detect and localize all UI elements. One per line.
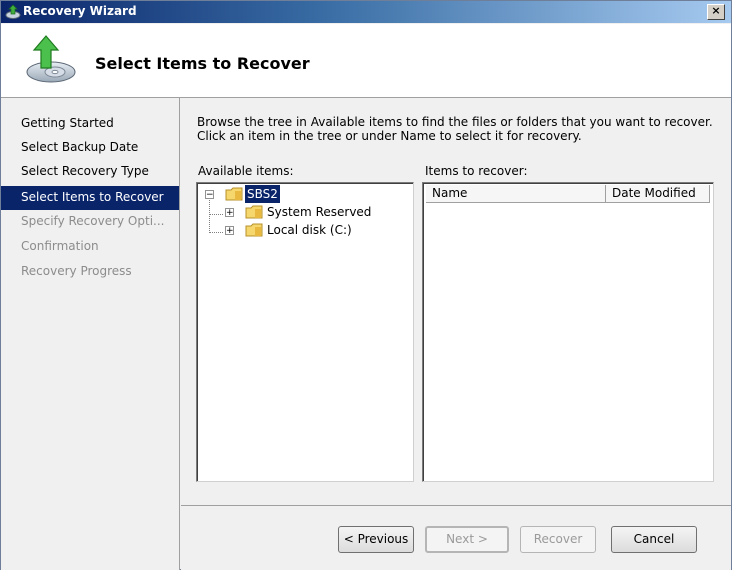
disk-recovery-arrow-icon xyxy=(26,35,76,83)
items-to-recover-label: Items to recover: xyxy=(425,164,528,178)
instructions-text: Browse the tree in Available items to fi… xyxy=(197,115,713,143)
tree-node-sbs2[interactable]: − SBS2 xyxy=(201,185,381,203)
column-header-date-modified[interactable]: Date Modified xyxy=(606,185,710,203)
wizard-steps-nav: Getting Started Select Backup Date Selec… xyxy=(1,98,180,570)
nav-step-specify-recovery-options: Specify Recovery Opti... xyxy=(21,214,165,228)
tree-node-label[interactable]: System Reserved xyxy=(267,203,371,221)
window-title: Recovery Wizard xyxy=(23,4,137,18)
close-button[interactable]: × xyxy=(707,4,725,20)
nav-step-getting-started[interactable]: Getting Started xyxy=(1,112,179,136)
cancel-button[interactable]: Cancel xyxy=(611,526,697,553)
page-title: Select Items to Recover xyxy=(95,54,310,73)
title-bar[interactable]: Recovery Wizard × xyxy=(1,1,731,23)
expand-icon[interactable]: + xyxy=(225,226,234,236)
tree-node-label[interactable]: Local disk (C:) xyxy=(267,221,352,239)
available-items-label: Available items: xyxy=(198,164,294,178)
folder-icon xyxy=(225,187,243,201)
recovery-wizard-icon xyxy=(5,4,21,19)
folder-icon xyxy=(245,223,263,237)
items-to-recover-list[interactable]: Name Date Modified xyxy=(422,182,714,482)
next-button[interactable]: Next > xyxy=(425,526,509,553)
wizard-header: Select Items to Recover xyxy=(1,24,731,98)
collapse-icon[interactable]: − xyxy=(205,190,214,200)
nav-step-select-items-to-recover[interactable]: Select Items to Recover xyxy=(1,186,179,210)
nav-step-select-recovery-type[interactable]: Select Recovery Type xyxy=(1,160,179,184)
recovery-wizard-window: Recovery Wizard × Select Items to Recove… xyxy=(0,0,732,570)
wizard-footer: < Previous Next > Recover Cancel xyxy=(181,505,731,570)
nav-step-select-backup-date[interactable]: Select Backup Date xyxy=(1,136,179,160)
nav-step-confirmation: Confirmation xyxy=(21,239,99,253)
column-header-name[interactable]: Name xyxy=(426,185,606,203)
tree-node-local-disk-c[interactable]: + Local disk (C:) xyxy=(221,221,401,239)
available-items-tree[interactable]: − SBS2 + System Reserved + Local disk (C… xyxy=(196,182,414,482)
previous-button[interactable]: < Previous xyxy=(338,526,414,553)
recover-button[interactable]: Recover xyxy=(520,526,596,553)
expand-icon[interactable]: + xyxy=(225,208,234,218)
tree-node-label[interactable]: SBS2 xyxy=(245,185,280,203)
folder-icon xyxy=(245,205,263,219)
tree-node-system-reserved[interactable]: + System Reserved xyxy=(221,203,401,221)
nav-step-recovery-progress: Recovery Progress xyxy=(21,264,132,278)
